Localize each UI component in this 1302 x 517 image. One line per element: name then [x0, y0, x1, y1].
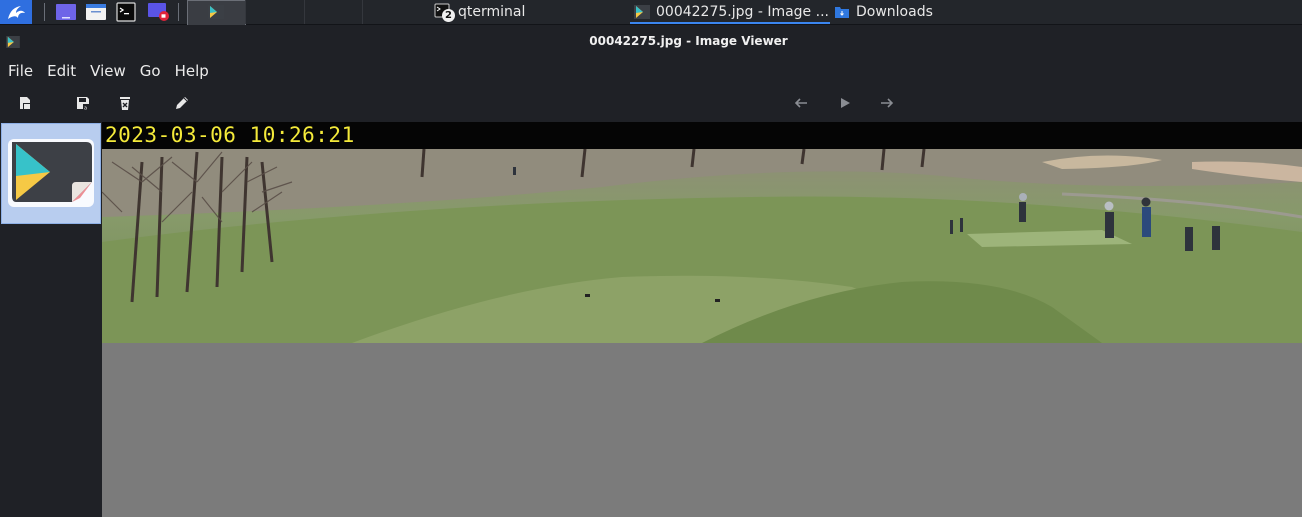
- image-file-icon: [8, 139, 94, 207]
- menu-file[interactable]: File: [1, 62, 40, 80]
- toolbar: a: [0, 88, 1302, 118]
- desktop-icon: [56, 4, 76, 20]
- task-downloads[interactable]: Downloads: [830, 1, 984, 22]
- kali-dragon-icon: [8, 6, 25, 19]
- terminal-icon: 2: [434, 3, 455, 22]
- golf-course-photo: [102, 148, 1302, 343]
- task-qterminal[interactable]: 2 qterminal: [430, 1, 624, 22]
- file-manager-launcher[interactable]: [80, 0, 112, 24]
- arrow-right-icon: [881, 98, 894, 108]
- trash-icon: [120, 97, 130, 110]
- menu-view[interactable]: View: [83, 62, 133, 80]
- svg-text:a: a: [84, 106, 87, 112]
- taskbar-separator: [44, 3, 45, 21]
- recorder-icon: [148, 3, 169, 21]
- image-viewer-icon: [208, 5, 224, 19]
- taskbar: 2 qterminal 00042275.jpg - Image ... Dow…: [0, 0, 1302, 26]
- kali-menu-button[interactable]: [0, 0, 32, 24]
- window-titlebar[interactable]: 00042275.jpg - Image Viewer: [0, 25, 1302, 57]
- play-icon: [841, 98, 850, 108]
- menu-bar: File Edit View Go Help: [0, 57, 1302, 84]
- previous-button[interactable]: [790, 92, 812, 114]
- arrow-left-icon: [794, 98, 807, 108]
- pencil-icon: [176, 97, 188, 109]
- folder-icon: [835, 6, 849, 18]
- image-canvas[interactable]: 2023-03-06 10:26:21: [102, 122, 1302, 517]
- workspace-2[interactable]: [245, 0, 304, 24]
- displayed-photo: 2023-03-06 10:26:21: [102, 122, 1302, 343]
- menu-help[interactable]: Help: [168, 62, 216, 80]
- save-as-button[interactable]: a: [72, 92, 94, 114]
- image-viewer-icon: [634, 4, 650, 19]
- terminal-icon: [116, 2, 136, 22]
- screen-recorder-launcher[interactable]: [142, 0, 174, 24]
- thumbnail-panel[interactable]: [0, 122, 102, 517]
- open-file-icon: [20, 97, 31, 110]
- window-count-badge: 2: [442, 8, 455, 22]
- menu-go[interactable]: Go: [133, 62, 168, 80]
- taskbar-separator: [178, 3, 179, 21]
- task-label: 00042275.jpg - Image ...: [656, 3, 829, 20]
- menu-edit[interactable]: Edit: [40, 62, 83, 80]
- task-label: qterminal: [458, 3, 526, 20]
- thumbnail-item-selected[interactable]: [1, 123, 101, 224]
- timestamp-text: 2023-03-06 10:26:21: [105, 123, 355, 147]
- workspace-1[interactable]: [187, 0, 246, 26]
- workspace-3[interactable]: [304, 0, 363, 24]
- open-button[interactable]: [14, 92, 36, 114]
- save-icon: a: [77, 97, 89, 112]
- next-button[interactable]: [876, 92, 898, 114]
- delete-button[interactable]: [114, 92, 136, 114]
- timestamp-overlay: 2023-03-06 10:26:21: [102, 122, 1302, 149]
- window-title: 00042275.jpg - Image Viewer: [589, 34, 788, 48]
- slideshow-button[interactable]: [834, 92, 856, 114]
- show-desktop-launcher[interactable]: [50, 0, 82, 24]
- folder-icon: [86, 4, 106, 20]
- workspace-4[interactable]: [362, 0, 421, 24]
- task-label: Downloads: [856, 3, 933, 20]
- edit-button[interactable]: [171, 92, 193, 114]
- task-image-viewer[interactable]: 00042275.jpg - Image ...: [630, 1, 830, 24]
- terminal-launcher[interactable]: [110, 0, 142, 24]
